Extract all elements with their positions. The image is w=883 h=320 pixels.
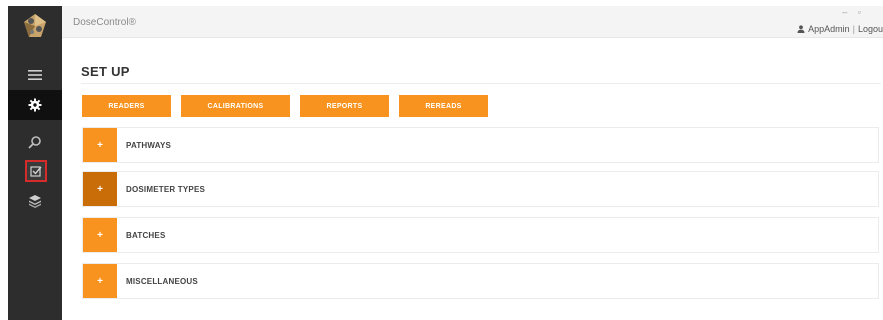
sidebar-item-setup[interactable] [8, 90, 62, 120]
page-title: SET UP [81, 64, 130, 79]
expand-toggle[interactable]: + [83, 172, 117, 206]
sidebar [8, 6, 62, 320]
section-label: PATHWAYS [126, 140, 172, 150]
app-logo [8, 6, 62, 46]
search-icon [28, 136, 41, 149]
top-bar: DoseControl® – ▫ AppAdmin | Logou [62, 6, 883, 38]
user-area: AppAdmin | Logou [797, 24, 883, 34]
section-pathways[interactable]: + PATHWAYS [82, 127, 879, 163]
checkbox-icon [30, 166, 42, 177]
user-separator: | [852, 24, 855, 34]
window-controls[interactable]: – ▫ [842, 7, 865, 17]
setup-tab-row: READERS CALIBRATIONS REPORTS REREADS [82, 95, 498, 117]
sidebar-item-layers[interactable] [8, 186, 62, 216]
section-label: DOSIMETER TYPES [126, 184, 206, 194]
section-batches[interactable]: + BATCHES [82, 217, 879, 253]
gear-icon [28, 98, 42, 112]
user-name[interactable]: AppAdmin [808, 24, 850, 34]
reports-button[interactable]: REPORTS [300, 95, 389, 117]
user-icon [797, 25, 805, 33]
title-divider [81, 83, 881, 84]
section-miscellaneous[interactable]: + MISCELLANEOUS [82, 263, 879, 299]
section-label: MISCELLANEOUS [126, 276, 198, 286]
rereads-button[interactable]: REREADS [399, 95, 488, 117]
sidebar-item-search[interactable] [8, 127, 62, 157]
section-label: BATCHES [126, 230, 166, 240]
expand-toggle[interactable]: + [83, 218, 117, 252]
logo-icon [24, 14, 46, 37]
layers-icon [29, 195, 41, 208]
main-content: SET UP READERS CALIBRATIONS REPORTS RERE… [62, 38, 883, 320]
sidebar-item-checklist[interactable] [25, 160, 47, 182]
readers-button[interactable]: READERS [82, 95, 171, 117]
menu-icon [28, 70, 42, 80]
section-dosimeter-types[interactable]: + DOSIMETER TYPES [82, 171, 879, 207]
app-brand: DoseControl® [73, 17, 136, 28]
calibrations-button[interactable]: CALIBRATIONS [181, 95, 290, 117]
logout-link[interactable]: Logou [858, 24, 883, 34]
expand-toggle[interactable]: + [83, 264, 117, 298]
sidebar-item-menu[interactable] [8, 60, 62, 90]
app-root: DoseControl® – ▫ AppAdmin | Logou SET UP… [0, 0, 883, 320]
expand-toggle[interactable]: + [83, 128, 117, 162]
